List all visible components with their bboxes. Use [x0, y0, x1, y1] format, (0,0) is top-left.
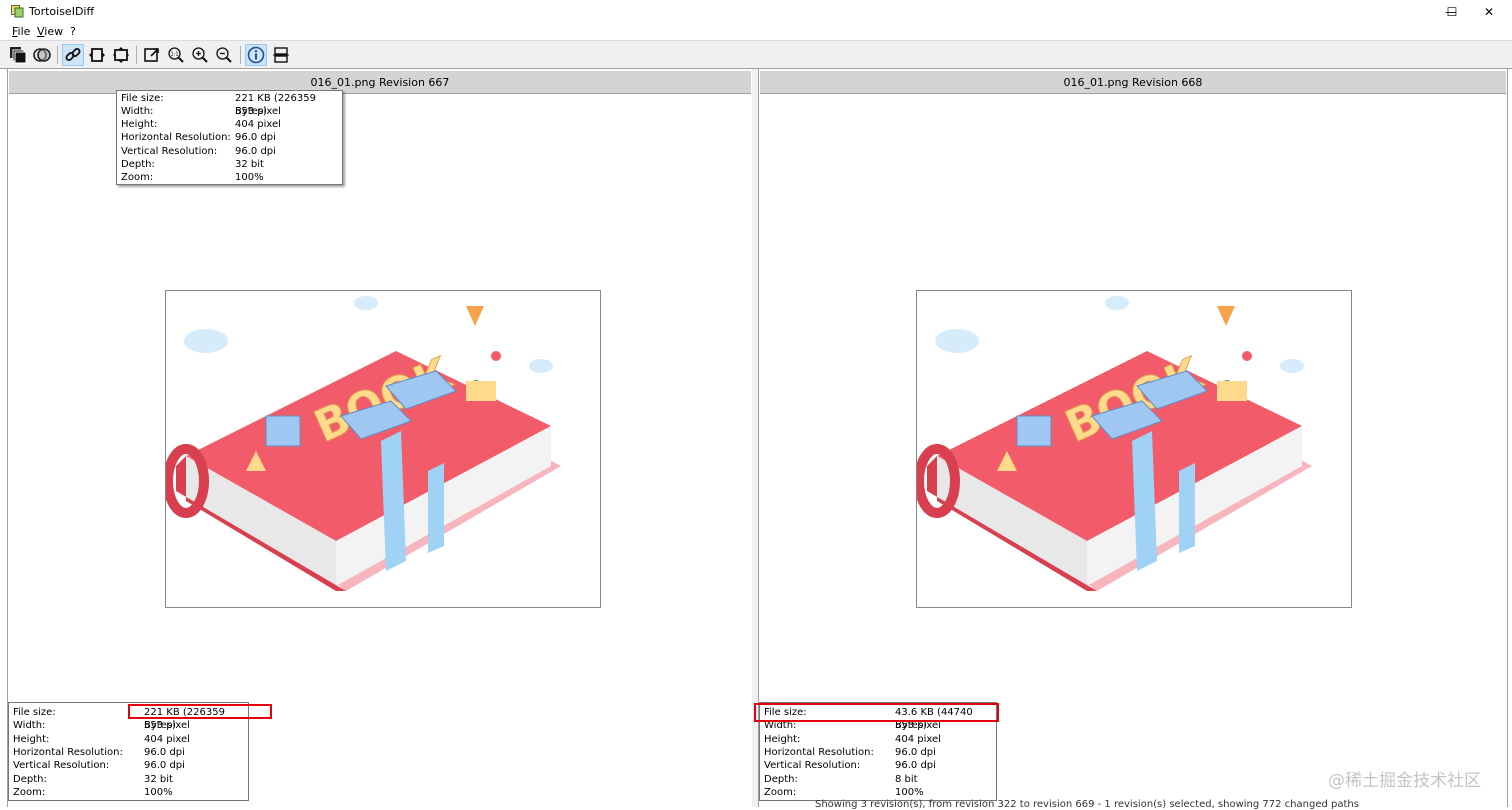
info-label: Width:: [13, 720, 46, 731]
fit-width-button[interactable]: [86, 44, 108, 66]
fit-window-button[interactable]: [141, 44, 163, 66]
fit-window-icon: [144, 48, 159, 62]
info-label: Horizontal Resolution:: [13, 747, 123, 758]
menu-bar: File View ?: [0, 24, 1512, 40]
left-image: BOOK: [165, 290, 601, 608]
window-title: TortoiseIDiff: [29, 5, 95, 18]
left-info-tooltip: File size: 221 KB (226359 Bytes) Width: 55…: [116, 90, 343, 185]
info-value-width: 553 pixel: [144, 720, 190, 731]
tortoise-app-icon: [11, 5, 24, 18]
info-label: Vertical Resolution:: [121, 146, 218, 157]
vertical-layout-button[interactable]: [270, 44, 292, 66]
blend-mode-icon: [33, 48, 51, 62]
right-image: BOOK: [916, 290, 1352, 608]
right-image-pane[interactable]: 016_01.png Revision 668 BOOK File size: …: [758, 69, 1508, 807]
overlap-mode-icon: [10, 47, 27, 64]
info-value-vres: 96.0 dpi: [235, 146, 276, 157]
toolbar: 1:1: [0, 40, 1512, 69]
info-value-width: 553 pixel: [235, 106, 281, 117]
zoom-in-icon: [192, 47, 208, 63]
toolbar-separator: [57, 46, 58, 64]
toolbar-separator: [240, 46, 241, 64]
menu-help[interactable]: ?: [70, 25, 76, 38]
info-value-depth: 32 bit: [235, 159, 264, 170]
title-bar: TortoiseIDiff —: [0, 0, 1512, 24]
info-label: Zoom:: [13, 787, 46, 798]
info-label: Depth:: [13, 774, 47, 785]
left-file-size-highlight: [128, 704, 272, 719]
menu-view[interactable]: View: [37, 25, 63, 38]
info-label: Vertical Resolution:: [764, 760, 861, 771]
info-value-zoom: 100%: [235, 172, 264, 183]
info-label: Horizontal Resolution:: [121, 132, 231, 143]
vertical-layout-icon: [273, 47, 289, 63]
info-value-hres: 96.0 dpi: [144, 747, 185, 758]
close-button[interactable]: ✕: [1466, 0, 1512, 24]
info-value-vres: 96.0 dpi: [895, 760, 936, 771]
info-label: Zoom:: [764, 787, 797, 798]
info-label: Horizontal Resolution:: [764, 747, 874, 758]
info-value-height: 404 pixel: [235, 119, 281, 130]
info-label: Height:: [121, 119, 158, 130]
status-bar-text: Showing 3 revision(s), from revision 322…: [815, 799, 1359, 810]
info-label: File size:: [121, 93, 164, 104]
fit-width-icon: [89, 48, 105, 62]
info-label: Zoom:: [121, 172, 154, 183]
blend-mode-button[interactable]: [31, 44, 53, 66]
overlap-mode-button[interactable]: [7, 44, 29, 66]
info-value-vres: 96.0 dpi: [144, 760, 185, 771]
watermark: @稀土掘金技术社区: [1328, 771, 1481, 791]
info-value-zoom: 100%: [144, 787, 173, 798]
info-label: File size:: [13, 707, 56, 718]
image-info-icon: [247, 46, 265, 64]
info-label: Depth:: [121, 159, 155, 170]
original-size-button[interactable]: 1:1: [165, 44, 187, 66]
info-label: Vertical Resolution:: [13, 760, 110, 771]
info-label: Height:: [764, 734, 801, 745]
original-size-icon: 1:1: [168, 47, 184, 63]
book-illustration: BOOK: [166, 296, 561, 591]
fit-height-button[interactable]: [110, 44, 132, 66]
info-label: Height:: [13, 734, 50, 745]
fit-height-icon: [113, 47, 129, 63]
info-value-zoom: 100%: [895, 787, 924, 798]
link-images-icon: [65, 48, 81, 61]
svg-text:1:1: 1:1: [170, 52, 178, 58]
info-label: Width:: [121, 106, 154, 117]
left-image-pane[interactable]: 016_01.png Revision 667 BOOK File size: …: [7, 69, 753, 807]
zoom-out-icon: [216, 47, 232, 63]
info-value-height: 404 pixel: [144, 734, 190, 745]
image-info-button[interactable]: [245, 44, 267, 66]
right-file-size-highlight: [754, 703, 999, 722]
info-value-height: 404 pixel: [895, 734, 941, 745]
info-value-hres: 96.0 dpi: [895, 747, 936, 758]
book-illustration: BOOK: [917, 296, 1312, 591]
info-value-depth: 32 bit: [144, 774, 173, 785]
info-value-hres: 96.0 dpi: [235, 132, 276, 143]
menu-file[interactable]: File: [12, 25, 30, 38]
info-label: Depth:: [764, 774, 798, 785]
link-images-button[interactable]: [62, 44, 84, 66]
right-pane-title: 016_01.png Revision 668: [760, 71, 1506, 94]
toolbar-separator: [136, 46, 137, 64]
zoom-out-button[interactable]: [213, 44, 235, 66]
info-value-depth: 8 bit: [895, 774, 918, 785]
zoom-in-button[interactable]: [189, 44, 211, 66]
